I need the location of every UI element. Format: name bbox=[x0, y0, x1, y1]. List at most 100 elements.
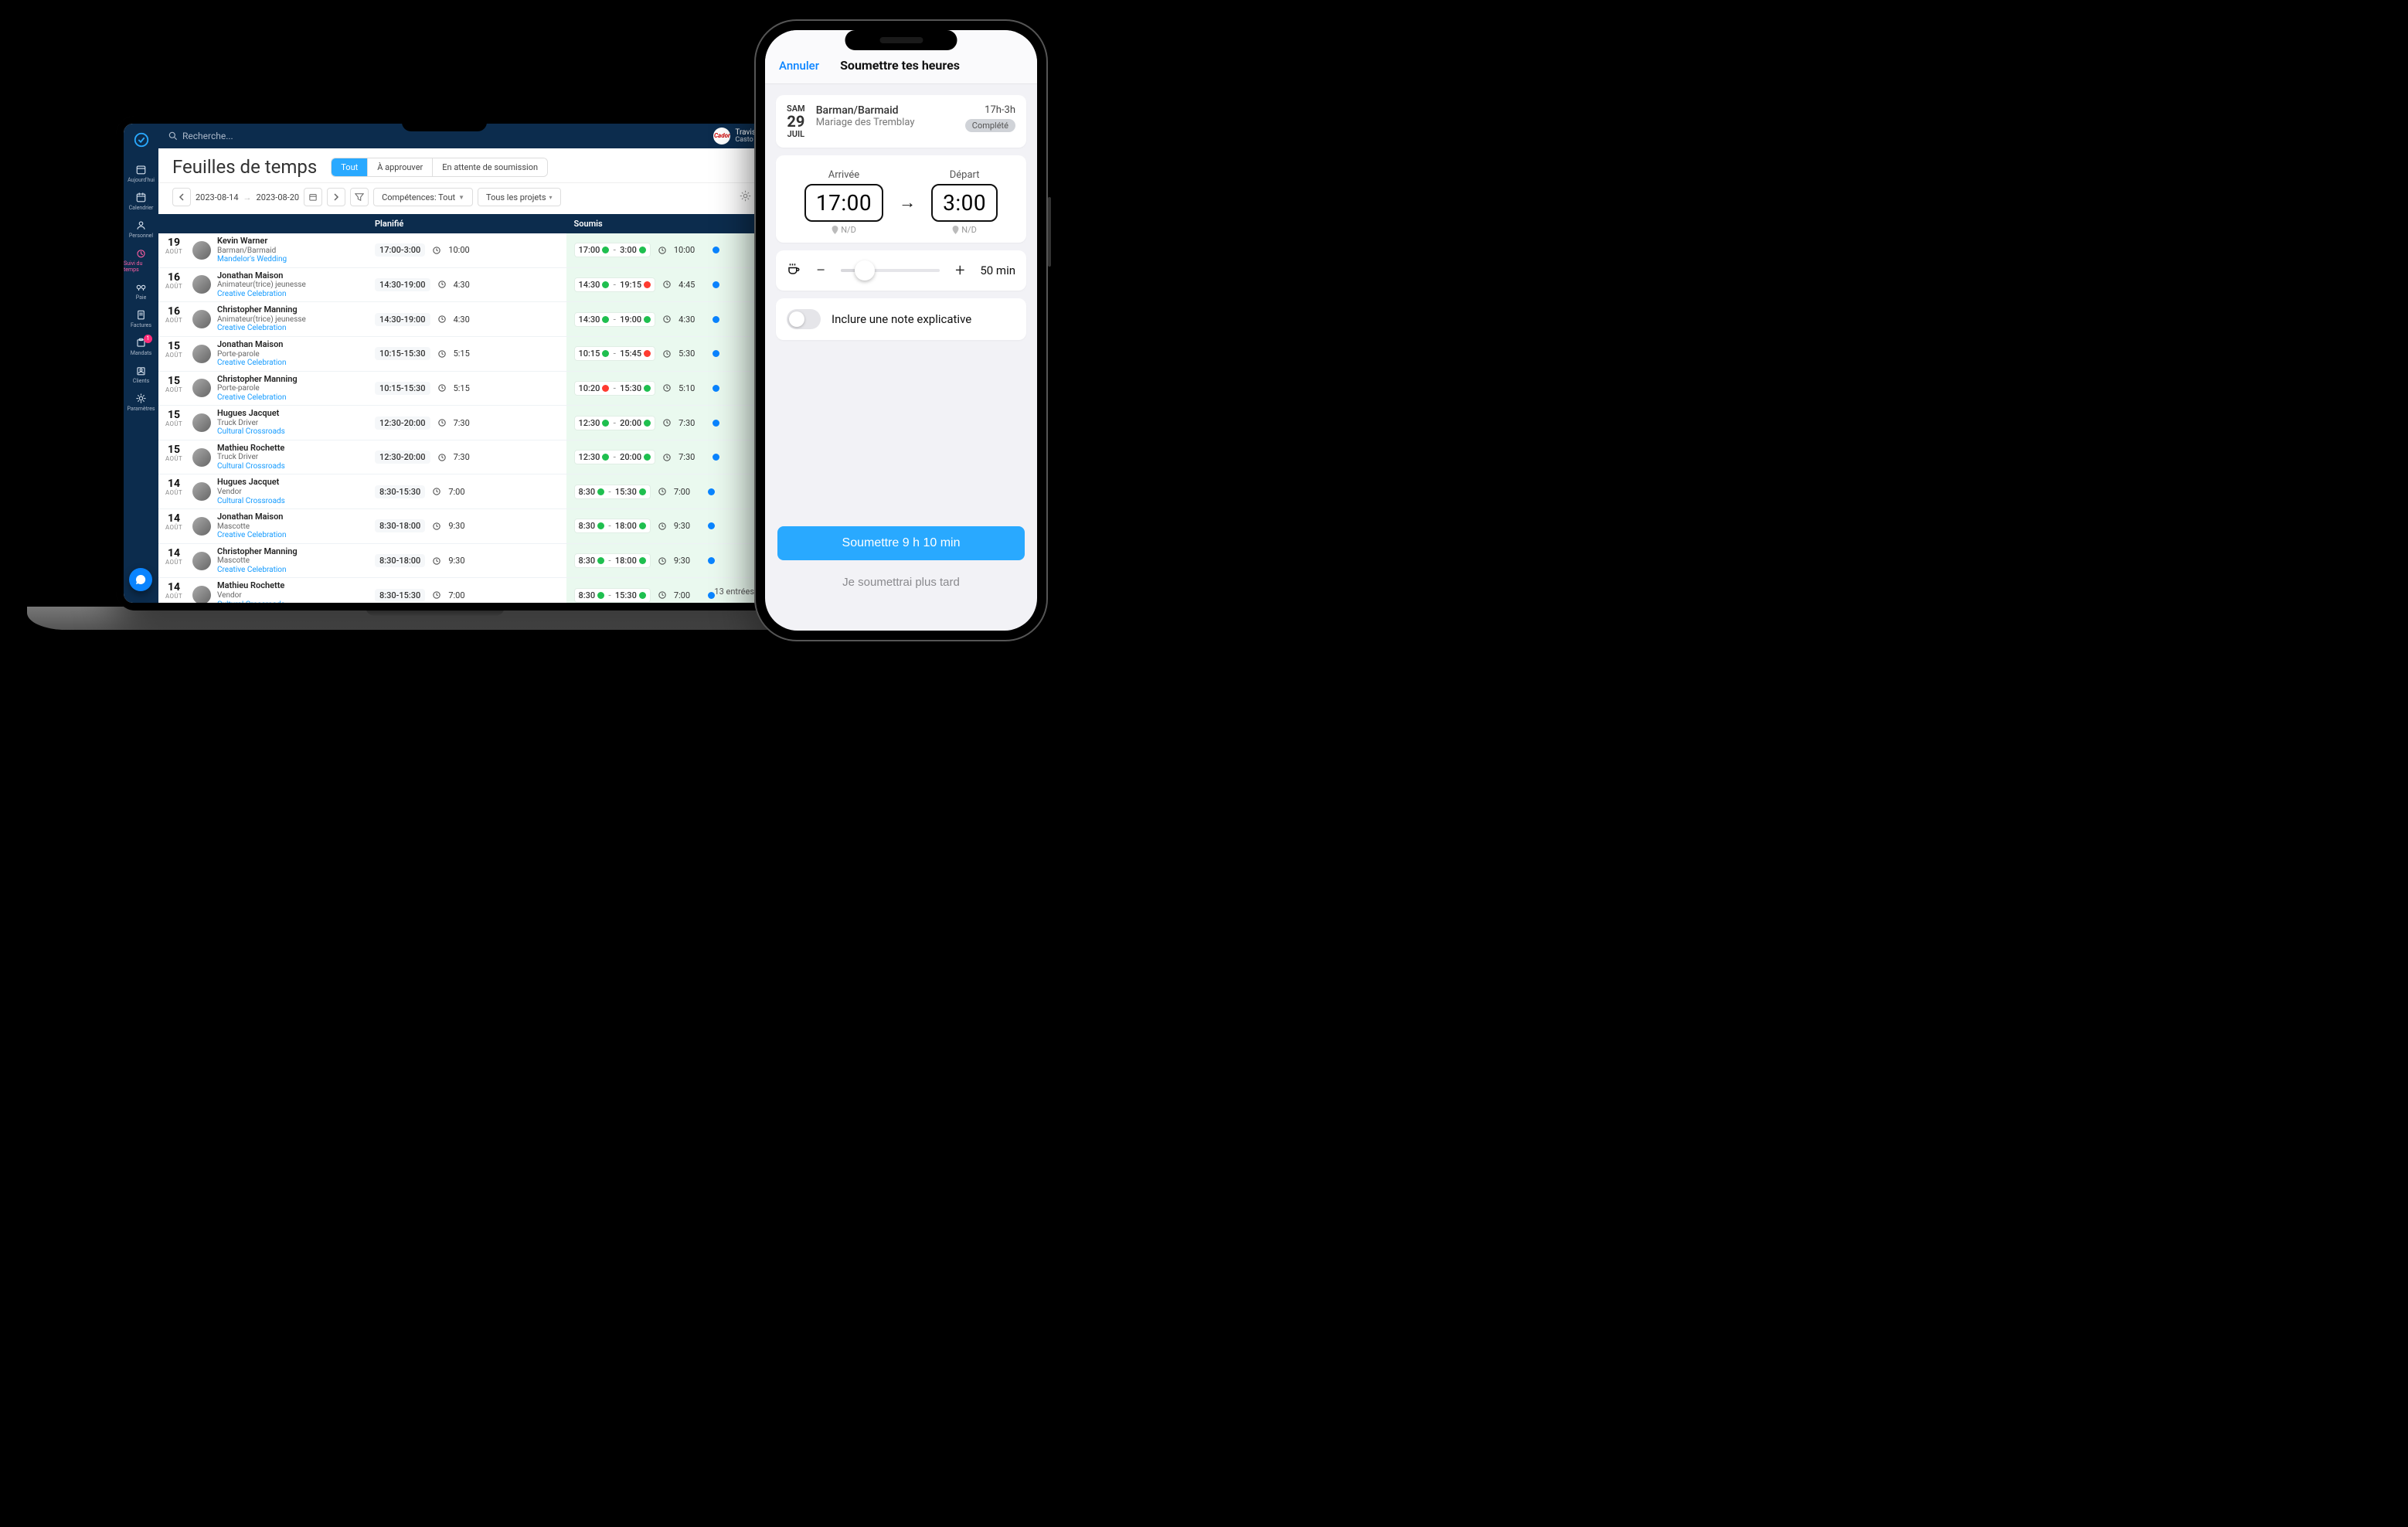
plus-button[interactable]: + bbox=[951, 261, 969, 280]
row-date: 16AOÛT bbox=[158, 302, 189, 336]
row-planned: 8:30-18:009:30 bbox=[367, 544, 566, 578]
row-submitted: 10:20-15:305:10 bbox=[566, 372, 766, 406]
info-dot[interactable] bbox=[708, 592, 715, 599]
sidebar-item-staff[interactable]: Personnel bbox=[124, 216, 158, 243]
times-card: Arrivée 17:00 N/D → Départ 3:00 N/D bbox=[776, 155, 1026, 243]
pay-icon bbox=[135, 281, 147, 293]
filter-all[interactable]: Tout bbox=[332, 158, 367, 176]
break-slider[interactable] bbox=[841, 269, 940, 272]
departure-label: Départ bbox=[931, 169, 998, 181]
row-date: 14AOÛT bbox=[158, 474, 189, 508]
sidebar-item-invoices[interactable]: Factures bbox=[124, 305, 158, 333]
sidebar-item-label: Aujourd'hui bbox=[128, 177, 155, 183]
row-person: Christopher ManningMascotteCreative Cele… bbox=[189, 544, 367, 578]
sidebar-item-pay[interactable]: Paie bbox=[124, 277, 158, 305]
column-header: Planifié Soumis bbox=[158, 214, 765, 233]
info-dot[interactable] bbox=[713, 454, 719, 461]
info-dot[interactable] bbox=[713, 316, 719, 323]
row-submitted: 8:30-18:009:30 bbox=[566, 509, 766, 543]
table-row[interactable]: 19AOÛTKevin WarnerBarman/BarmaidMandelor… bbox=[158, 233, 765, 268]
info-dot[interactable] bbox=[713, 247, 719, 253]
row-submitted: 12:30-20:007:30 bbox=[566, 440, 766, 474]
table-row[interactable]: 15AOÛTMathieu RochetteTruck DriverCultur… bbox=[158, 440, 765, 475]
clock-icon bbox=[663, 315, 671, 323]
sidebar-item-calendar[interactable]: Calendrier bbox=[124, 188, 158, 216]
clock-icon bbox=[658, 557, 666, 565]
info-dot[interactable] bbox=[713, 385, 719, 392]
table-row[interactable]: 15AOÛTJonathan MaisonPorte-paroleCreativ… bbox=[158, 337, 765, 372]
clock-icon bbox=[438, 315, 446, 323]
search-input[interactable]: Recherche... bbox=[168, 131, 233, 141]
sidebar-item-today[interactable]: Aujourd'hui bbox=[124, 160, 158, 188]
app-logo[interactable] bbox=[124, 128, 158, 152]
sidebar-item-label: Paramètres bbox=[127, 406, 155, 412]
calendar-button[interactable] bbox=[304, 188, 322, 206]
avatar bbox=[192, 482, 211, 501]
settings-icon bbox=[135, 393, 147, 404]
user-name[interactable]: Travis Casto bbox=[735, 128, 756, 145]
table-row[interactable]: 14AOÛTChristopher ManningMascotteCreativ… bbox=[158, 544, 765, 579]
competences-button[interactable]: Compétences: Tout▼ bbox=[373, 188, 473, 206]
row-planned: 14:30-19:004:30 bbox=[367, 268, 566, 302]
row-planned: 12:30-20:007:30 bbox=[367, 406, 566, 440]
row-date: 15AOÛT bbox=[158, 337, 189, 371]
sidebar-item-settings[interactable]: Paramètres bbox=[124, 389, 158, 417]
status-badge: Complété bbox=[965, 119, 1015, 132]
laptop-screen: Aujourd'hui CalendrierPersonnelSuivi du t… bbox=[116, 116, 773, 610]
clock-icon bbox=[433, 591, 440, 599]
submit-button[interactable]: Soumettre 9 h 10 min bbox=[777, 526, 1025, 560]
sidebar-item-clients[interactable]: Clients bbox=[124, 361, 158, 389]
note-label: Inclure une note explicative bbox=[832, 312, 971, 326]
shift-date: SAM 29 JUIL bbox=[787, 104, 805, 138]
arrival-input[interactable]: 17:00 bbox=[804, 184, 883, 222]
row-date: 14AOÛT bbox=[158, 578, 189, 603]
clock-icon bbox=[438, 454, 446, 461]
projects-button[interactable]: Tous les projets▾ bbox=[478, 188, 561, 206]
table-row[interactable]: 16AOÛTChristopher ManningAnimateur(trice… bbox=[158, 302, 765, 337]
table-row[interactable]: 14AOÛTHugues JacquetVendorCultural Cross… bbox=[158, 474, 765, 509]
info-dot[interactable] bbox=[708, 488, 715, 495]
clock-icon bbox=[663, 384, 671, 392]
table-row[interactable]: 14AOÛTJonathan MaisonMascotteCreative Ce… bbox=[158, 509, 765, 544]
row-person: Christopher ManningPorte-paroleCreative … bbox=[189, 372, 367, 406]
timetracking-icon bbox=[135, 247, 147, 259]
table-row[interactable]: 15AOÛTChristopher ManningPorte-paroleCre… bbox=[158, 372, 765, 406]
table-row[interactable]: 15AOÛTHugues JacquetTruck DriverCultural… bbox=[158, 406, 765, 440]
departure-location: N/D bbox=[931, 225, 998, 235]
departure-input[interactable]: 3:00 bbox=[931, 184, 998, 222]
sidebar-item-mandates[interactable]: Mandats1 bbox=[124, 333, 158, 361]
row-submitted: 8:30-18:009:30 bbox=[566, 544, 766, 578]
clock-icon bbox=[438, 281, 446, 288]
range-start: 2023-08-14 bbox=[196, 192, 239, 202]
table-row[interactable]: 16AOÛTJonathan MaisonAnimateur(trice) je… bbox=[158, 268, 765, 303]
avatar bbox=[192, 586, 211, 603]
table-row[interactable]: 14AOÛTMathieu RochetteVendorCultural Cro… bbox=[158, 578, 765, 603]
info-dot[interactable] bbox=[713, 281, 719, 288]
prev-range-button[interactable] bbox=[172, 188, 191, 206]
filter-approve[interactable]: À approuver bbox=[367, 158, 432, 176]
info-dot[interactable] bbox=[713, 350, 719, 357]
note-toggle[interactable] bbox=[787, 309, 821, 329]
info-dot[interactable] bbox=[708, 522, 715, 529]
break-value: 50 min bbox=[980, 264, 1015, 277]
sidebar-item-timetracking[interactable]: Suivi du temps bbox=[124, 243, 158, 277]
row-date: 16AOÛT bbox=[158, 268, 189, 302]
chat-button[interactable] bbox=[129, 568, 152, 591]
row-submitted: 14:30-19:004:30 bbox=[566, 302, 766, 336]
clock-icon bbox=[658, 591, 666, 599]
minus-button[interactable]: − bbox=[811, 261, 830, 280]
info-dot[interactable] bbox=[708, 557, 715, 564]
arrow-right-icon: → bbox=[899, 192, 916, 213]
cancel-button[interactable]: Annuler bbox=[779, 59, 819, 73]
sheet-title: Soumettre tes heures bbox=[819, 58, 981, 73]
filter-button[interactable] bbox=[350, 188, 369, 206]
info-dot[interactable] bbox=[713, 420, 719, 427]
table-settings-button[interactable] bbox=[740, 190, 751, 204]
next-range-button[interactable] bbox=[327, 188, 345, 206]
row-submitted: 17:00-3:0010:00 bbox=[566, 233, 766, 267]
staff-icon bbox=[135, 219, 147, 231]
filter-pending[interactable]: En attente de soumission bbox=[432, 158, 547, 176]
today-icon bbox=[135, 164, 147, 175]
org-logo[interactable]: Cador bbox=[713, 128, 730, 145]
later-button[interactable]: Je soumettrai plus tard bbox=[777, 565, 1025, 600]
